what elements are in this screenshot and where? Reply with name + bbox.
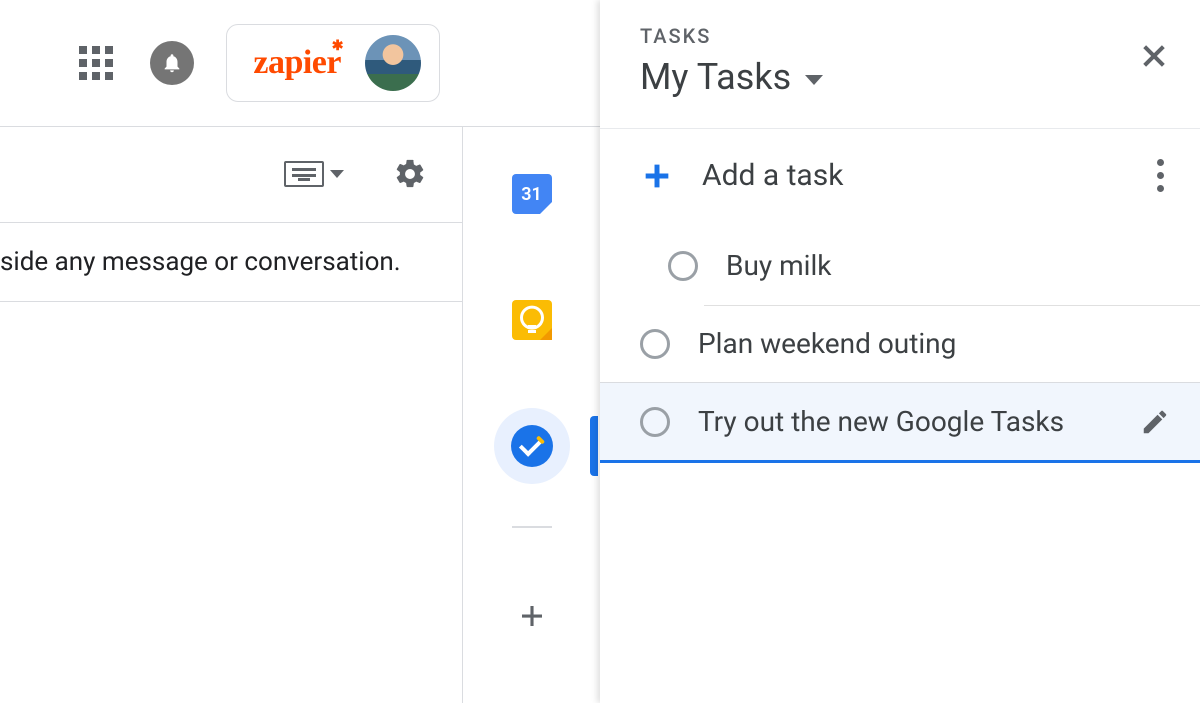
calendar-icon: 31	[512, 174, 552, 214]
task-complete-toggle[interactable]	[640, 407, 670, 437]
task-complete-toggle[interactable]	[668, 251, 698, 281]
task-list-title: My Tasks	[640, 56, 791, 98]
tasks-header: TASKS My Tasks	[600, 0, 1200, 128]
close-button[interactable]	[1138, 40, 1170, 72]
keep-icon	[512, 300, 552, 340]
add-app-button[interactable]	[494, 578, 570, 654]
task-list-switcher[interactable]: My Tasks	[640, 56, 823, 98]
chevron-down-icon	[805, 75, 823, 85]
task-row[interactable]: Try out the new Google Tasks	[600, 382, 1200, 463]
task-row[interactable]: Buy milk	[600, 226, 1200, 304]
plus-icon	[517, 601, 547, 631]
tasks-list: Buy milk Plan weekend outing Try out the n…	[600, 226, 1200, 463]
calendar-app-button[interactable]: 31	[494, 156, 570, 232]
edit-icon[interactable]	[1140, 407, 1170, 437]
tasks-eyebrow: TASKS	[640, 24, 823, 48]
add-task-row: Add a task	[600, 129, 1200, 226]
task-title: Buy milk	[726, 249, 831, 282]
divider	[512, 526, 552, 528]
divider	[704, 305, 1200, 306]
top-bar-actions: zapier	[0, 24, 462, 102]
task-row[interactable]: Plan weekend outing	[600, 304, 1200, 382]
left-area: side any message or conversation.	[0, 126, 462, 703]
add-task-button[interactable]: Add a task	[640, 158, 843, 193]
input-toolbar	[0, 126, 462, 222]
task-complete-toggle[interactable]	[640, 329, 670, 359]
brand-logo: zapier	[253, 44, 341, 82]
tasks-app-button[interactable]	[494, 408, 570, 484]
notifications-icon[interactable]	[150, 41, 194, 85]
keep-app-button[interactable]	[494, 282, 570, 358]
settings-button[interactable]	[388, 152, 432, 196]
gear-icon	[393, 157, 427, 191]
task-list-menu-button[interactable]	[1151, 153, 1170, 198]
apps-icon[interactable]	[74, 41, 118, 85]
calendar-day-number: 31	[521, 184, 542, 205]
plus-icon	[640, 159, 674, 193]
selected-indicator	[590, 416, 598, 476]
tasks-icon	[511, 425, 553, 467]
tasks-panel: TASKS My Tasks Add a task Buy milk Plan w…	[600, 0, 1200, 703]
keyboard-input-button[interactable]	[284, 161, 344, 187]
helper-text: side any message or conversation.	[0, 222, 462, 302]
avatar[interactable]	[365, 35, 421, 91]
task-title: Try out the new Google Tasks	[698, 405, 1064, 438]
account-switcher[interactable]: zapier	[226, 24, 440, 102]
side-apps-strip: 31	[462, 126, 600, 703]
add-task-label: Add a task	[702, 158, 843, 193]
task-title: Plan weekend outing	[698, 327, 956, 360]
chevron-down-icon	[330, 170, 344, 178]
